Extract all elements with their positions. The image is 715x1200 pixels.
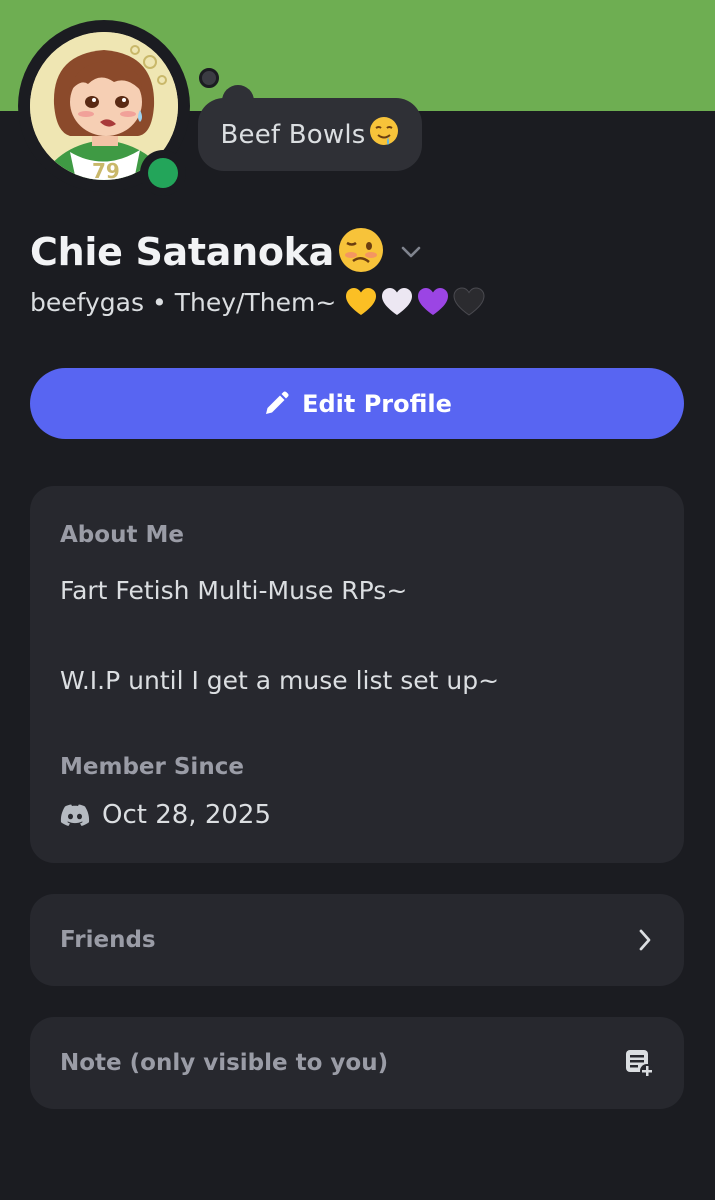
- note-row[interactable]: Note (only visible to you): [30, 1017, 684, 1109]
- custom-status-bubble[interactable]: Beef Bowls: [198, 98, 422, 171]
- svg-text:79: 79: [92, 159, 120, 180]
- chevron-down-icon[interactable]: [400, 244, 422, 263]
- pronouns: They/Them~: [174, 287, 337, 317]
- woozy-face-icon: [336, 225, 386, 279]
- chevron-right-icon: [636, 894, 654, 986]
- display-name-row[interactable]: Chie Satanoka: [30, 226, 422, 278]
- username-pronouns-row: beefygas • They/Them~: [30, 283, 486, 321]
- pronoun-hearts: [344, 286, 486, 318]
- black-heart-icon: [453, 287, 485, 316]
- about-me-line-1: Fart Fetish Multi-Muse RPs~: [60, 576, 408, 605]
- about-me-heading: About Me: [60, 522, 184, 548]
- online-status-indicator: [148, 158, 178, 188]
- yellow-heart-icon: [346, 288, 377, 315]
- note-label: Note (only visible to you): [60, 1050, 389, 1076]
- display-name: Chie Satanoka: [30, 230, 334, 274]
- about-me-line-2: W.I.P until I get a muse list set up~: [60, 666, 500, 695]
- member-since-heading: Member Since: [60, 754, 244, 780]
- username: beefygas: [30, 287, 145, 317]
- about-me-card: About Me Fart Fetish Multi-Muse RPs~ W.I…: [30, 486, 684, 863]
- custom-status-text: Beef Bowls: [220, 119, 366, 150]
- edit-profile-button[interactable]: Edit Profile: [30, 368, 684, 439]
- white-heart-icon: [382, 288, 413, 315]
- add-note-icon[interactable]: [624, 1017, 654, 1109]
- separator-dot: •: [152, 287, 167, 317]
- drooling-face-icon: [368, 115, 400, 154]
- pencil-icon: [266, 390, 289, 414]
- member-since-row: Oct 28, 2025: [60, 800, 271, 830]
- friends-row[interactable]: Friends: [30, 894, 684, 986]
- edit-profile-label: Edit Profile: [302, 389, 452, 418]
- status-bubble-tail-small: [199, 68, 219, 88]
- member-since-date: Oct 28, 2025: [102, 800, 271, 830]
- purple-heart-icon: [418, 288, 449, 315]
- friends-label: Friends: [60, 927, 156, 953]
- discord-logo-icon: [60, 804, 90, 826]
